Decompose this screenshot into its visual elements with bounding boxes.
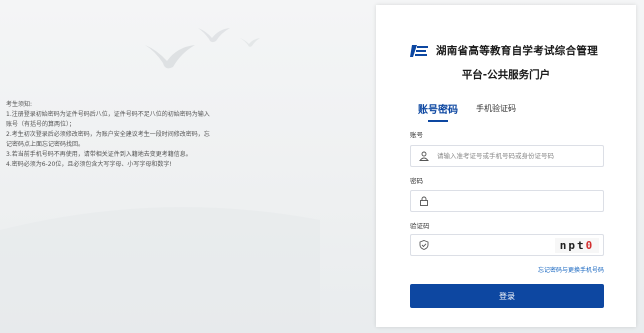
login-panel: 湖南省高等教育自学考试综合管理 平台-公共服务门户 账号密码 手机验证码 账号 … xyxy=(376,5,636,327)
tab-account-password[interactable]: 账号密码 xyxy=(418,101,458,122)
notice-title: 考生须知: xyxy=(6,101,33,108)
exam-logo-icon xyxy=(410,44,428,57)
captcha-text-accent: 0 xyxy=(585,239,595,252)
shield-check-icon xyxy=(419,240,429,250)
portal-subtitle: 平台-公共服务门户 xyxy=(461,69,551,81)
portal-title: 湖南省高等教育自学考试综合管理 xyxy=(436,45,598,57)
user-icon xyxy=(419,151,429,161)
notice-line: 2.考生初次登录后必须修改密码，为账户安全建议考生一段时间修改密码，忘 xyxy=(6,131,210,138)
captcha-text: npt xyxy=(559,239,586,252)
captcha-input[interactable] xyxy=(437,241,537,249)
account-field xyxy=(410,145,604,167)
account-input[interactable] xyxy=(437,152,587,160)
captcha-image[interactable]: npt 0 xyxy=(555,238,599,253)
notice-line: 账号（有括号的算两位）； xyxy=(6,121,76,128)
notice-line: 3.若当前手机号码不再使用，请带相关证件到入籍地去变更考籍信息。 xyxy=(6,151,192,158)
notice-line: 1.注册登录初始密码为证件号码后八位，证件号码不足八位的初始密码为输入 xyxy=(6,111,210,118)
password-input[interactable] xyxy=(437,197,587,205)
tab-sms-code[interactable]: 手机验证码 xyxy=(476,103,516,122)
login-button[interactable]: 登录 xyxy=(410,284,604,308)
account-label: 账号 xyxy=(410,131,423,139)
captcha-field: npt 0 xyxy=(410,234,604,256)
password-label: 密码 xyxy=(410,177,423,185)
login-tabs: 账号密码 手机验证码 xyxy=(418,101,516,122)
password-field xyxy=(410,190,604,212)
forgot-password-link[interactable]: 忘记密码与更换手机号码 xyxy=(538,265,604,274)
captcha-label: 验证码 xyxy=(410,222,430,230)
header-row: 湖南省高等教育自学考试综合管理 xyxy=(410,43,598,58)
notice-line: 记密码点上面忘记密码找回。 xyxy=(6,141,85,148)
notice-line: 4.密码必须为6-20位，且必须包含大写字母、小写字母和数字! xyxy=(6,161,172,168)
exam-notice: 考生须知: 1.注册登录初始密码为证件号码后八位，证件号码不足八位的初始密码为输… xyxy=(6,100,276,170)
lock-icon xyxy=(420,196,428,206)
